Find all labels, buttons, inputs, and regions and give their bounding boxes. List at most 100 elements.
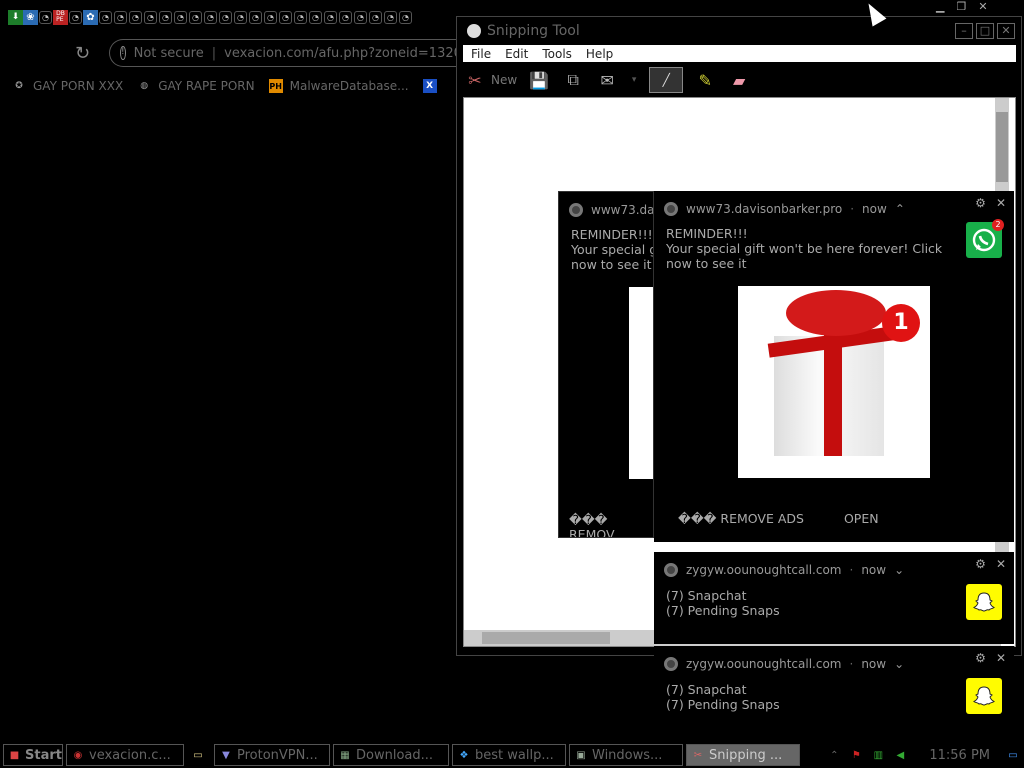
tab-loading-icon[interactable]: ◔ [354, 10, 367, 24]
notification-card[interactable]: www73.davisonbarker.pro · now ⌃ ⚙ ✕ REMI… [654, 191, 1014, 542]
tab-loading-icon[interactable]: ◔ [189, 10, 202, 24]
taskbar-item[interactable]: ▣ Windows... [569, 744, 683, 766]
flag-icon[interactable]: ⚑ [849, 748, 863, 762]
tab-loading-icon[interactable]: ◔ [234, 10, 247, 24]
tab-fav-icon[interactable]: ✿ [83, 9, 98, 25]
open-button[interactable]: OPEN [844, 511, 879, 526]
bookmark-item[interactable]: ✪ GAY PORN XXX [12, 79, 123, 93]
tab-loading-icon[interactable]: ◔ [69, 10, 82, 24]
separator-dot: · [850, 202, 855, 216]
save-icon[interactable]: 💾 [527, 68, 551, 92]
network-icon[interactable]: ▥ [871, 748, 885, 762]
restore-icon[interactable]: ❐ [956, 0, 966, 14]
bookmark-item[interactable]: X [422, 79, 437, 93]
remove-ads-button[interactable]: ��� REMOV [569, 512, 653, 537]
menu-tools[interactable]: Tools [542, 47, 572, 61]
tab-loading-icon[interactable]: ◔ [324, 10, 337, 24]
notification-line: (7) Pending Snaps [666, 603, 780, 618]
taskbar-item[interactable]: ❖ best wallp... [452, 744, 566, 766]
chevron-up-icon[interactable]: ⌃ [827, 748, 841, 762]
tab-loading-icon[interactable]: ◔ [159, 10, 172, 24]
close-icon[interactable]: ✕ [978, 0, 987, 14]
minimize-icon[interactable]: ▁ [936, 0, 944, 14]
close-icon[interactable]: ✕ [996, 557, 1006, 571]
tab-loading-icon[interactable]: ◔ [174, 10, 187, 24]
new-snip-icon[interactable]: ✂ [463, 68, 487, 92]
menu-edit[interactable]: Edit [505, 47, 528, 61]
tab-loading-icon[interactable]: ◔ [39, 10, 52, 24]
gear-icon[interactable]: ⚙ [975, 651, 986, 665]
highlighter-icon[interactable]: ✎ [693, 68, 717, 92]
tab-loading-icon[interactable]: ◔ [279, 10, 292, 24]
remove-ads-button[interactable]: ��� REMOVE ADS [678, 511, 804, 526]
pen-icon[interactable]: ╱ [649, 67, 684, 93]
gear-icon[interactable]: ⚙ [975, 196, 986, 210]
tab-fav-icon[interactable]: ❀ [23, 9, 38, 25]
gift-box-image[interactable]: 1 [738, 286, 930, 478]
scroll-thumb[interactable] [482, 632, 610, 644]
taskbar-item[interactable]: ▭ [187, 744, 211, 766]
tab-loading-icon[interactable]: ◔ [99, 10, 112, 24]
close-icon[interactable]: ✕ [996, 651, 1006, 665]
bookmark-item[interactable]: PH MalwareDatabase... [268, 79, 409, 93]
tab-download-icon[interactable]: ⬇ [8, 9, 23, 25]
close-icon[interactable]: ✕ [996, 196, 1006, 210]
taskbar-item[interactable]: ▼ ProtonVPN... [214, 744, 330, 766]
send-icon[interactable]: ✉ [595, 68, 619, 92]
taskbar-item[interactable]: ✂ Snipping ... [686, 744, 800, 766]
tab-loading-icon[interactable]: ◔ [369, 10, 382, 24]
tab-dbpe-icon[interactable]: DB PE [53, 9, 68, 25]
gear-icon[interactable]: ⚙ [975, 557, 986, 571]
tab-loading-icon[interactable]: ◔ [129, 10, 142, 24]
chevron-down-icon[interactable]: ⌄ [894, 563, 904, 577]
notification-header: zygyw.oounoughtcall.com · now ⌄ [664, 563, 904, 577]
tab-loading-icon[interactable]: ◔ [219, 10, 232, 24]
reload-icon[interactable]: ↻ [75, 43, 101, 64]
monitor-icon[interactable]: ▭ [1006, 748, 1020, 762]
scroll-thumb[interactable] [996, 112, 1008, 182]
tab-loading-icon[interactable]: ◔ [384, 10, 397, 24]
taskbar-item[interactable]: ◉ vexacion.c... [66, 744, 184, 766]
volume-icon[interactable]: ◀ [893, 748, 907, 762]
chevron-down-icon[interactable]: ⌄ [894, 657, 904, 671]
chevron-up-icon[interactable]: ⌃ [895, 202, 905, 216]
menu-help[interactable]: Help [586, 47, 613, 61]
copy-icon[interactable]: ⧉ [561, 68, 585, 92]
title-bar[interactable]: Snipping Tool – □ ✕ [457, 17, 1021, 45]
url-input[interactable]: ! Not secure | vexacion.com/afu.php?zone… [109, 39, 460, 67]
notification-actions: ��� REMOV [569, 512, 653, 537]
tab-loading-icon[interactable]: ◔ [399, 10, 412, 24]
bookmark-item[interactable]: ◍ GAY RAPE PORN [137, 79, 254, 93]
taskbar-item-label: ProtonVPN... [237, 747, 318, 763]
eraser-icon[interactable]: ▰ [727, 68, 751, 92]
notification-card[interactable]: zygyw.oounoughtcall.com · now ⌄ ⚙ ✕ (7) … [654, 552, 1014, 644]
tab-loading-icon[interactable]: ◔ [294, 10, 307, 24]
tab-loading-icon[interactable]: ◔ [309, 10, 322, 24]
browser-tab-strip: ⬇ ❀ ◔ DB PE ◔ ✿ ◔ ◔ ◔ ◔ ◔ ◔ ◔ ◔ ◔ ◔ ◔ ◔ ◔… [0, 4, 460, 30]
notification-line: Your special gif [571, 242, 653, 257]
tab-loading-icon[interactable]: ◔ [204, 10, 217, 24]
tab-loading-icon[interactable]: ◔ [339, 10, 352, 24]
tab-loading-icon[interactable]: ◔ [144, 10, 157, 24]
maximize-button[interactable]: □ [976, 23, 994, 39]
dropdown-icon[interactable]: ▾ [629, 68, 639, 92]
tab-loading-icon[interactable]: ◔ [264, 10, 277, 24]
close-button[interactable]: ✕ [997, 23, 1015, 39]
bookmark-label: GAY RAPE PORN [158, 79, 255, 93]
security-label[interactable]: Not secure [134, 46, 204, 61]
tab-loading-icon[interactable]: ◔ [249, 10, 262, 24]
clock[interactable]: 11:56 PM [929, 748, 990, 763]
globe-icon: ◍ [140, 81, 149, 91]
chrome-icon [664, 563, 678, 577]
notification-card[interactable]: zygyw.oounoughtcall.com · now ⌄ ⚙ ✕ (7) … [654, 646, 1014, 738]
tab-loading-icon[interactable]: ◔ [114, 10, 127, 24]
new-snip-label[interactable]: New [491, 73, 517, 87]
menu-file[interactable]: File [471, 47, 491, 61]
notification-header: www73.davisonbarker.pro · now ⌃ [664, 202, 905, 216]
notification-card[interactable]: www73.davi REMINDER!!! Your special gif … [558, 191, 654, 538]
folder-icon: ▭ [193, 749, 203, 761]
taskbar-item[interactable]: ▦ Download... [333, 744, 449, 766]
window-controls: – □ ✕ [955, 23, 1015, 39]
start-button[interactable]: ■ Start [3, 744, 63, 766]
minimize-button[interactable]: – [955, 23, 973, 39]
